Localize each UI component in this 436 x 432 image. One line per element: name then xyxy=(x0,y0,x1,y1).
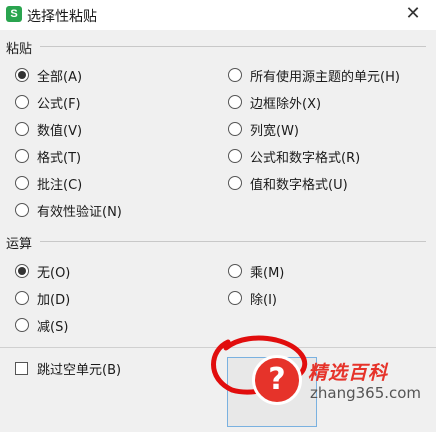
skip-blanks-option[interactable]: 跳过空单元(B) xyxy=(15,358,121,378)
title-bar: S 选择性粘贴 ✕ xyxy=(0,0,436,30)
option-label: 全部(A) xyxy=(37,69,83,85)
radio-paste-values-number-formats[interactable]: 值和数字格式(U) xyxy=(228,173,348,193)
radio-button[interactable] xyxy=(15,176,29,190)
radio-button[interactable] xyxy=(228,291,242,305)
radio-paste-column-widths[interactable]: 列宽(W) xyxy=(228,119,299,139)
option-label: 减(S) xyxy=(37,319,69,335)
question-mark-icon: ? xyxy=(252,355,302,405)
radio-paste-formats[interactable]: 格式(T) xyxy=(15,146,81,166)
radio-paste-formulas[interactable]: 公式(F) xyxy=(15,92,81,112)
radio-button[interactable] xyxy=(15,203,29,217)
option-label: 公式和数字格式(R) xyxy=(250,150,361,166)
radio-button[interactable] xyxy=(228,95,242,109)
watermark: ? 精选百科 zhang365.com xyxy=(240,352,436,412)
close-button[interactable]: ✕ xyxy=(398,2,428,28)
radio-paste-all[interactable]: 全部(A) xyxy=(15,65,82,85)
radio-paste-except-borders[interactable]: 边框除外(X) xyxy=(228,92,321,112)
radio-operation-subtract[interactable]: 减(S) xyxy=(15,315,68,335)
dialog-title: 选择性粘贴 xyxy=(27,9,97,25)
option-label: 公式(F) xyxy=(37,96,81,112)
radio-operation-add[interactable]: 加(D) xyxy=(15,288,70,308)
radio-button[interactable] xyxy=(15,149,29,163)
radio-button[interactable] xyxy=(15,291,29,305)
skip-blanks-label: 跳过空单元(B) xyxy=(37,362,122,378)
radio-button[interactable] xyxy=(15,122,29,136)
option-label: 列宽(W) xyxy=(250,123,299,139)
option-label: 批注(C) xyxy=(37,177,83,193)
wps-app-icon: S xyxy=(6,6,22,22)
radio-paste-source-theme[interactable]: 所有使用源主题的单元(H) xyxy=(228,65,400,85)
paste-section-label: 粘贴 xyxy=(6,42,33,57)
operation-section-divider xyxy=(40,241,426,242)
radio-paste-comments[interactable]: 批注(C) xyxy=(15,173,82,193)
radio-button[interactable] xyxy=(228,68,242,82)
watermark-domain: zhang365.com xyxy=(310,384,422,402)
option-label: 边框除外(X) xyxy=(250,96,322,112)
radio-button[interactable] xyxy=(228,122,242,136)
paste-section-divider xyxy=(40,46,426,47)
option-label: 无(O) xyxy=(37,265,71,281)
radio-operation-multiply[interactable]: 乘(M) xyxy=(228,261,284,281)
radio-button[interactable] xyxy=(228,176,242,190)
radio-paste-values[interactable]: 数值(V) xyxy=(15,119,82,139)
option-label: 除(I) xyxy=(250,292,277,308)
radio-button-checked[interactable] xyxy=(15,264,29,278)
option-label: 乘(M) xyxy=(250,265,285,281)
radio-button-checked[interactable] xyxy=(15,68,29,82)
radio-paste-validation[interactable]: 有效性验证(N) xyxy=(15,200,122,220)
radio-operation-none[interactable]: 无(O) xyxy=(15,261,70,281)
option-label: 所有使用源主题的单元(H) xyxy=(250,69,400,85)
option-label: 数值(V) xyxy=(37,123,83,139)
radio-button[interactable] xyxy=(228,264,242,278)
operation-section-label: 运算 xyxy=(6,237,33,252)
option-label: 值和数字格式(U) xyxy=(250,177,348,193)
watermark-brand: 精选百科 xyxy=(308,362,389,384)
option-label: 有效性验证(N) xyxy=(37,204,122,220)
radio-paste-formulas-number-formats[interactable]: 公式和数字格式(R) xyxy=(228,146,360,166)
radio-button[interactable] xyxy=(15,95,29,109)
radio-button[interactable] xyxy=(15,318,29,332)
radio-button[interactable] xyxy=(228,149,242,163)
option-label: 加(D) xyxy=(37,292,71,308)
skip-blanks-checkbox[interactable] xyxy=(15,361,28,375)
option-label: 格式(T) xyxy=(37,150,82,166)
radio-operation-divide[interactable]: 除(I) xyxy=(228,288,277,308)
